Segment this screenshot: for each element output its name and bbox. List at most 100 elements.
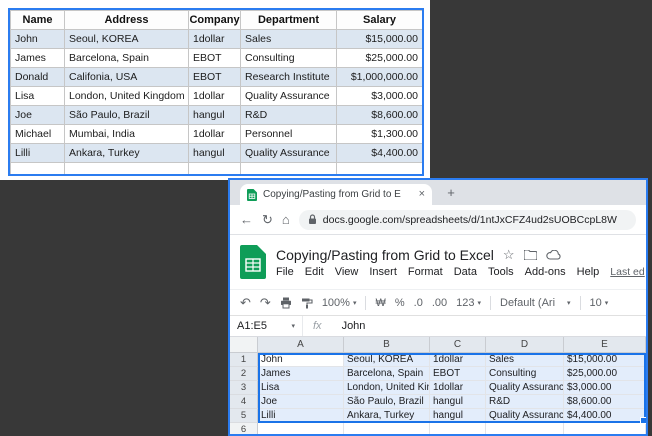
table-cell[interactable]: Quality Assurance xyxy=(241,87,337,106)
sheet-row-header[interactable]: 2 xyxy=(230,367,258,381)
table-cell[interactable] xyxy=(189,163,241,177)
table-cell[interactable]: 1dollar xyxy=(189,125,241,144)
sheet-row-header[interactable]: 3 xyxy=(230,381,258,395)
table-cell[interactable]: EBOT xyxy=(189,68,241,87)
sheet-column-header[interactable]: D xyxy=(486,337,564,353)
table-cell[interactable]: São Paulo, Brazil xyxy=(65,106,189,125)
sheet-row-header[interactable]: 1 xyxy=(230,353,258,367)
reload-icon[interactable]: ↻ xyxy=(262,213,273,226)
sheet-cell[interactable]: Consulting xyxy=(486,367,564,381)
home-icon[interactable]: ⌂ xyxy=(282,213,290,226)
select-all-corner[interactable] xyxy=(230,337,258,353)
sheet-column-header[interactable]: B xyxy=(344,337,430,353)
table-cell[interactable]: 1dollar xyxy=(189,87,241,106)
star-icon[interactable]: ☆ xyxy=(503,248,515,261)
sheet-cell[interactable] xyxy=(486,423,564,434)
table-cell[interactable]: Consulting xyxy=(241,49,337,68)
sheet-cell[interactable]: $4,400.00 xyxy=(564,409,646,423)
font-select[interactable]: Default (Ari ▾ xyxy=(500,297,571,309)
sheet-cell[interactable]: Sales xyxy=(486,353,564,367)
address-bar[interactable]: docs.google.com/spreadsheets/d/1ntJxCFZ4… xyxy=(299,210,636,230)
print-icon[interactable] xyxy=(280,297,292,309)
table-cell[interactable]: Sales xyxy=(241,30,337,49)
menu-insert[interactable]: Insert xyxy=(369,266,397,278)
menu-edit[interactable]: Edit xyxy=(305,266,324,278)
sheet-cell[interactable]: London, United Kingdom xyxy=(344,381,430,395)
sheet-column-header[interactable]: C xyxy=(430,337,486,353)
sheet-cell[interactable] xyxy=(258,423,344,434)
sheet-cell[interactable]: 1dollar xyxy=(430,353,486,367)
undo-icon[interactable]: ↶ xyxy=(240,296,251,309)
table-cell[interactable]: Personnel xyxy=(241,125,337,144)
sheet-cell[interactable]: hangul xyxy=(430,395,486,409)
back-icon[interactable]: ← xyxy=(240,213,253,226)
sheet-cell[interactable]: Barcelona, Spain xyxy=(344,367,430,381)
sheet-column-header[interactable]: A xyxy=(258,337,344,353)
lock-icon[interactable] xyxy=(308,214,317,225)
table-cell[interactable]: Research Institute xyxy=(241,68,337,87)
font-size-select[interactable]: 10 ▾ xyxy=(590,297,609,309)
sheet-cell[interactable]: R&D xyxy=(486,395,564,409)
sheet-cell[interactable]: $3,000.00 xyxy=(564,381,646,395)
table-cell[interactable] xyxy=(65,163,189,177)
table-cell[interactable]: Lisa xyxy=(11,87,65,106)
sheet-cell[interactable]: Quality Assurance xyxy=(486,409,564,423)
table-cell[interactable]: EBOT xyxy=(189,49,241,68)
table-cell[interactable]: hangul xyxy=(189,144,241,163)
increase-decimal-button[interactable]: .00 xyxy=(432,297,447,309)
menu-addons[interactable]: Add-ons xyxy=(525,266,566,278)
table-cell[interactable] xyxy=(11,163,65,177)
document-title[interactable]: Copying/Pasting from Grid to Excel xyxy=(276,247,494,263)
table-cell[interactable]: Ankara, Turkey xyxy=(65,144,189,163)
menu-view[interactable]: View xyxy=(335,266,359,278)
name-box[interactable]: A1:E5 ▾ xyxy=(230,320,302,332)
table-cell[interactable]: Joe xyxy=(11,106,65,125)
table-cell[interactable]: Barcelona, Spain xyxy=(65,49,189,68)
cloud-status-icon[interactable] xyxy=(546,250,561,260)
menu-file[interactable]: File xyxy=(276,266,294,278)
last-edit-link[interactable]: Last ed xyxy=(610,266,644,278)
sheet-cell[interactable]: 1dollar xyxy=(430,381,486,395)
table-cell[interactable]: $15,000.00 xyxy=(337,30,423,49)
table-cell[interactable] xyxy=(241,163,337,177)
sheet-cell[interactable]: EBOT xyxy=(430,367,486,381)
sheet-cell[interactable]: hangul xyxy=(430,409,486,423)
menu-format[interactable]: Format xyxy=(408,266,443,278)
sheet-cell[interactable]: James xyxy=(258,367,344,381)
sheet-cell[interactable]: Joe xyxy=(258,395,344,409)
table-cell[interactable]: $8,600.00 xyxy=(337,106,423,125)
sheet-cell[interactable]: John xyxy=(258,353,344,367)
table-cell[interactable]: $1,300.00 xyxy=(337,125,423,144)
table-cell[interactable]: James xyxy=(11,49,65,68)
sheet-cell[interactable]: Quality Assurance xyxy=(486,381,564,395)
decrease-decimal-button[interactable]: .0 xyxy=(414,297,423,309)
menu-help[interactable]: Help xyxy=(577,266,600,278)
table-cell[interactable]: John xyxy=(11,30,65,49)
sheet-cell[interactable]: Ankara, Turkey xyxy=(344,409,430,423)
sheet-cell[interactable]: Seoul, KOREA xyxy=(344,353,430,367)
move-folder-icon[interactable] xyxy=(524,250,537,260)
close-tab-icon[interactable]: × xyxy=(419,189,425,200)
zoom-select[interactable]: 100% ▾ xyxy=(322,297,357,309)
browser-tab[interactable]: Copying/Pasting from Grid to E × xyxy=(240,184,432,205)
menu-data[interactable]: Data xyxy=(454,266,477,278)
sheet-cell[interactable]: São Paulo, Brazil xyxy=(344,395,430,409)
sheet-column-header[interactable]: E xyxy=(564,337,646,353)
sheet-cell[interactable] xyxy=(344,423,430,434)
sheet-row-header[interactable]: 4 xyxy=(230,395,258,409)
more-formats-button[interactable]: 123 ▾ xyxy=(456,297,481,309)
table-cell[interactable]: $3,000.00 xyxy=(337,87,423,106)
sheet-cell[interactable]: $8,600.00 xyxy=(564,395,646,409)
currency-format-button[interactable]: ₩ xyxy=(375,297,385,309)
formula-input[interactable]: John xyxy=(332,320,366,332)
table-cell[interactable]: Lilli xyxy=(11,144,65,163)
paint-format-icon[interactable] xyxy=(301,297,313,309)
menu-tools[interactable]: Tools xyxy=(488,266,514,278)
sheet-cell[interactable]: Lisa xyxy=(258,381,344,395)
sheet-cell[interactable] xyxy=(564,423,646,434)
table-cell[interactable]: hangul xyxy=(189,106,241,125)
table-cell[interactable]: Donald xyxy=(11,68,65,87)
table-cell[interactable]: $25,000.00 xyxy=(337,49,423,68)
table-cell[interactable]: Michael xyxy=(11,125,65,144)
table-cell[interactable]: Quality Assurance xyxy=(241,144,337,163)
